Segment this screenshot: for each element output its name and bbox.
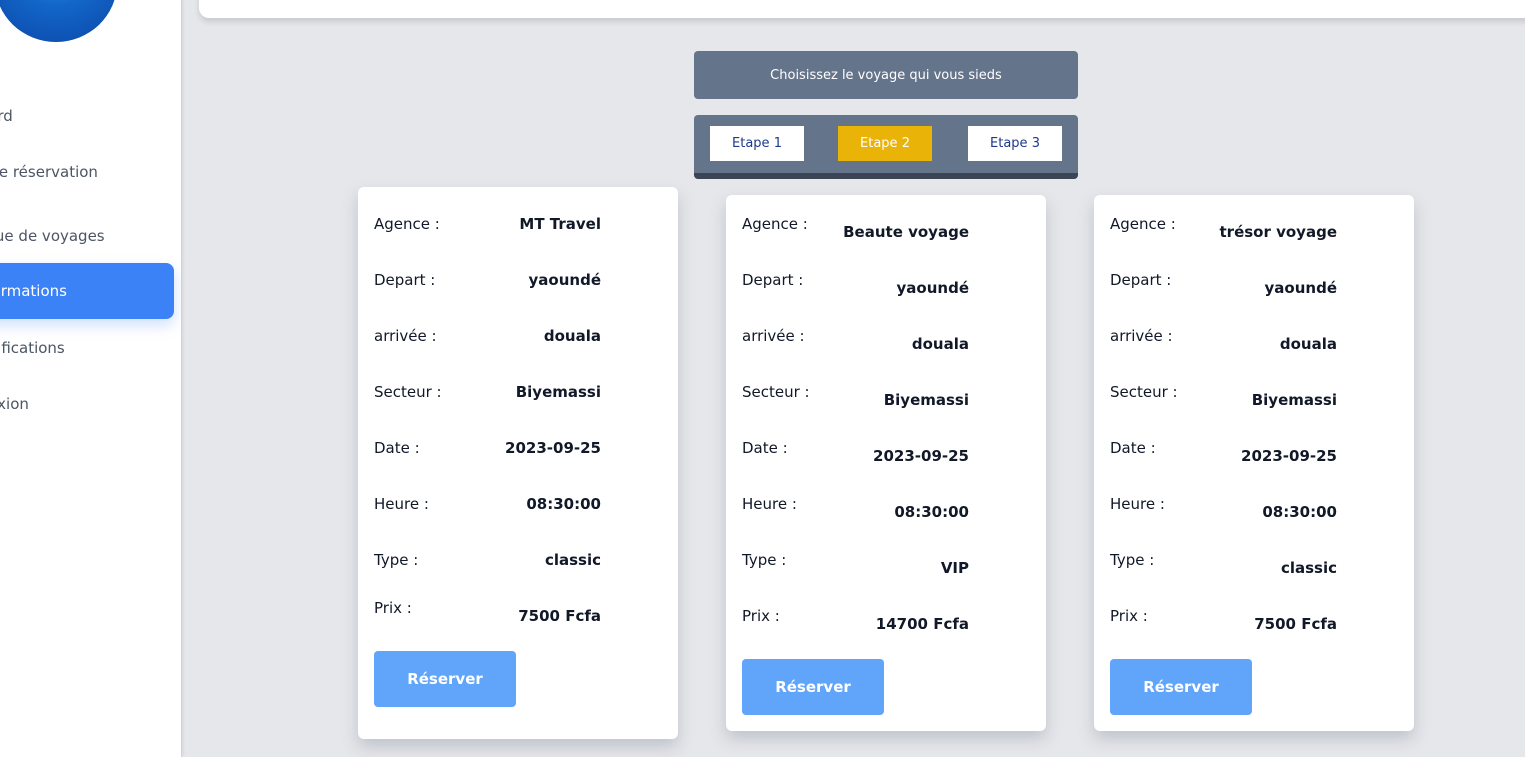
- field-value: 2023-09-25: [505, 439, 601, 457]
- steps-bar: Etape 1 Etape 2 Etape 3: [694, 115, 1078, 179]
- field-date: Date : 2023-09-25: [1110, 439, 1414, 465]
- field-arrivee: arrivée : douala: [374, 327, 678, 349]
- sidebar-item-label: s informations: [0, 282, 67, 300]
- field-value: 08:30:00: [894, 503, 969, 521]
- sidebar-item-notifications[interactable]: s notifications: [0, 320, 174, 376]
- field-type: Type : classic: [374, 551, 678, 573]
- field-depart: Depart : yaoundé: [742, 271, 1046, 297]
- field-arrivee: arrivée : douala: [742, 327, 1046, 353]
- field-value: douala: [911, 335, 969, 353]
- field-agence: Agence : MT Travel: [374, 215, 678, 237]
- field-label: Secteur :: [1110, 383, 1178, 401]
- field-label: arrivée :: [1110, 327, 1173, 345]
- field-value: 2023-09-25: [1241, 447, 1337, 465]
- field-label: Depart :: [1110, 271, 1172, 289]
- field-type: Type : classic: [1110, 551, 1414, 577]
- field-value: classic: [544, 551, 601, 569]
- field-label: Agence :: [1110, 215, 1176, 233]
- reserve-button[interactable]: Réserver: [374, 651, 516, 707]
- field-label: Date :: [742, 439, 788, 457]
- field-heure: Heure : 08:30:00: [742, 495, 1046, 521]
- field-value: 2023-09-25: [873, 447, 969, 465]
- sidebar-item-history[interactable]: torique de voyages: [0, 208, 174, 264]
- trip-card: Agence : MT Travel Depart : yaoundé arri…: [358, 187, 678, 739]
- field-value: 7500 Fcfa: [518, 607, 601, 625]
- field-secteur: Secteur : Biyemassi: [742, 383, 1046, 409]
- field-value: classic: [1280, 559, 1337, 577]
- field-prix: Prix : 7500 Fcfa: [374, 599, 678, 625]
- sidebar-item-label: re une réservation: [0, 163, 98, 181]
- sidebar-item-label: torique de voyages: [0, 227, 105, 245]
- field-value: Biyemassi: [883, 391, 969, 409]
- field-value: 7500 Fcfa: [1254, 615, 1337, 633]
- field-label: arrivée :: [742, 327, 805, 345]
- sidebar-item-reservation[interactable]: re une réservation: [0, 144, 174, 200]
- field-label: Agence :: [742, 215, 808, 233]
- field-label: Secteur :: [742, 383, 810, 401]
- field-label: Heure :: [1110, 495, 1165, 513]
- field-value: MT Travel: [519, 215, 601, 233]
- field-value: yaoundé: [528, 271, 601, 289]
- field-value: douala: [1279, 335, 1337, 353]
- sidebar-item-dashboard[interactable]: nboard: [0, 88, 174, 144]
- field-agence: Agence : trésor voyage: [1110, 215, 1414, 241]
- field-heure: Heure : 08:30:00: [374, 495, 678, 517]
- step-2-button[interactable]: Etape 2: [838, 126, 932, 161]
- field-depart: Depart : yaoundé: [374, 271, 678, 293]
- field-value: 08:30:00: [526, 495, 601, 513]
- step-1-button[interactable]: Etape 1: [710, 126, 804, 161]
- field-value: VIP: [940, 559, 969, 577]
- field-value: 08:30:00: [1262, 503, 1337, 521]
- field-label: arrivée :: [374, 327, 437, 345]
- logo: [0, 0, 117, 42]
- field-label: Date :: [374, 439, 420, 457]
- field-label: Secteur :: [374, 383, 442, 401]
- field-value: Beaute voyage: [843, 223, 969, 241]
- field-date: Date : 2023-09-25: [374, 439, 678, 461]
- field-heure: Heure : 08:30:00: [1110, 495, 1414, 521]
- field-agence: Agence : Beaute voyage: [742, 215, 1046, 241]
- field-label: Prix :: [374, 599, 412, 617]
- field-label: Type :: [374, 551, 419, 569]
- field-prix: Prix : 14700 Fcfa: [742, 607, 1046, 633]
- field-prix: Prix : 7500 Fcfa: [1110, 607, 1414, 633]
- field-date: Date : 2023-09-25: [742, 439, 1046, 465]
- field-value: Biyemassi: [515, 383, 601, 401]
- sidebar-item-label: nboard: [0, 107, 13, 125]
- sidebar: nboard re une réservation torique de voy…: [0, 0, 182, 757]
- field-label: Type :: [742, 551, 787, 569]
- field-label: Agence :: [374, 215, 440, 233]
- field-label: Prix :: [1110, 607, 1148, 625]
- field-type: Type : VIP: [742, 551, 1046, 577]
- field-value: Biyemassi: [1251, 391, 1337, 409]
- field-value: douala: [543, 327, 601, 345]
- field-value: trésor voyage: [1219, 223, 1338, 241]
- field-label: Date :: [1110, 439, 1156, 457]
- field-label: Heure :: [374, 495, 429, 513]
- sidebar-item-logout[interactable]: onnexion: [0, 376, 174, 432]
- field-label: Prix :: [742, 607, 780, 625]
- field-label: Type :: [1110, 551, 1155, 569]
- field-label: Depart :: [374, 271, 436, 289]
- field-secteur: Secteur : Biyemassi: [374, 383, 678, 405]
- field-depart: Depart : yaoundé: [1110, 271, 1414, 297]
- sidebar-item-label: s notifications: [0, 339, 65, 357]
- top-header: [199, 0, 1525, 18]
- field-value: yaoundé: [896, 279, 969, 297]
- field-label: Heure :: [742, 495, 797, 513]
- field-value: yaoundé: [1264, 279, 1337, 297]
- reserve-button[interactable]: Réserver: [742, 659, 884, 715]
- instruction-banner: Choisissez le voyage qui vous sieds: [694, 51, 1078, 99]
- sidebar-item-informations[interactable]: s informations: [0, 263, 174, 319]
- trip-card: Agence : Beaute voyage Depart : yaoundé …: [726, 195, 1046, 731]
- field-value: 14700 Fcfa: [875, 615, 969, 633]
- step-3-button[interactable]: Etape 3: [968, 126, 1062, 161]
- field-label: Depart :: [742, 271, 804, 289]
- field-arrivee: arrivée : douala: [1110, 327, 1414, 353]
- sidebar-item-label: onnexion: [0, 395, 29, 413]
- field-secteur: Secteur : Biyemassi: [1110, 383, 1414, 409]
- reserve-button[interactable]: Réserver: [1110, 659, 1252, 715]
- trip-card: Agence : trésor voyage Depart : yaoundé …: [1094, 195, 1414, 731]
